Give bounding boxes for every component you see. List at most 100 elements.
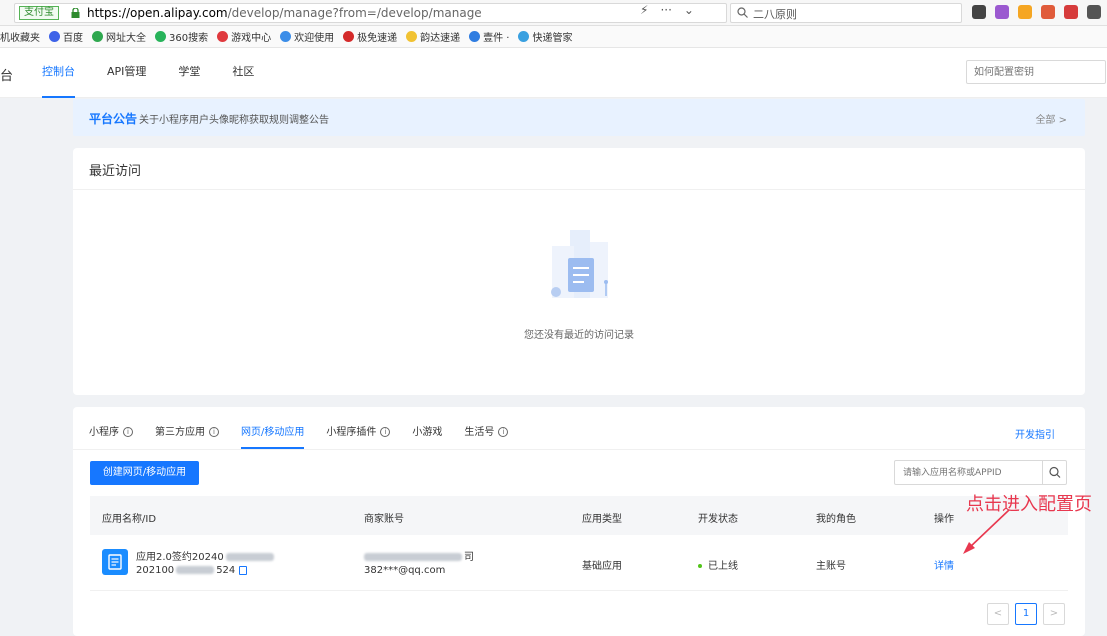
url-bar[interactable]: 支付宝 https://open.alipay.com/develop/mana… [14,3,727,23]
info-icon[interactable]: i [209,427,219,437]
tab-1[interactable]: 第三方应用 i [155,407,219,449]
nav-academy[interactable]: 学堂 [178,48,200,98]
create-app-button[interactable]: 创建网页/移动应用 [90,461,199,485]
extension-icon[interactable] [1018,5,1032,19]
app-name[interactable]: 应用2.0签约20240 [136,548,274,563]
bookmark-item[interactable]: 360搜索 [155,29,208,44]
table-row: 应用2.0签约20240 202100 524 司 382***@qq.com 基… [90,535,1068,591]
recent-title: 最近访问 [89,164,142,179]
bookmark-item[interactable]: 机收藏夹 [0,29,40,44]
tab-2[interactable]: 网页/移动应用 [241,407,305,449]
bookmark-label: 欢迎使用 [294,33,335,44]
tab-label: 网页/移动应用 [241,427,305,438]
nav-api-manage[interactable]: API管理 [107,48,146,98]
extension-tray [972,5,1101,19]
extension-icon[interactable] [1087,5,1101,19]
tab-3[interactable]: 小程序插件 i [326,407,391,449]
bookmark-icon [406,31,418,42]
detail-link[interactable]: 详情 [934,557,954,572]
bookmarks-bar: 机收藏夹 百度 网址大全 360搜索 游戏中心 欢迎使用 极免速递 韵达速递 壹件 · 快递管家 [0,26,1107,48]
next-page-button[interactable]: > [1043,603,1065,625]
bookmark-label: 壹件 · [483,33,510,44]
pagination: < 1 > [987,603,1065,625]
my-role: 主账号 [816,561,846,572]
tab-label: 生活号 [464,427,495,438]
info-icon[interactable]: i [123,427,133,437]
bookmark-icon [155,31,166,42]
bookmark-icon [217,31,229,42]
notice-text[interactable]: 关于小程序用户头像昵称获取规则调整公告 [139,111,329,126]
copy-icon[interactable] [239,565,248,575]
extension-icon[interactable] [1064,5,1078,19]
bookmark-label: 百度 [63,33,83,44]
tab-4[interactable]: 小游戏 [412,407,442,449]
dev-status: 已上线 [698,557,738,572]
info-icon[interactable]: i [498,427,509,437]
status-dot [698,564,702,568]
app-search [894,460,1067,485]
bookmark-icon [280,31,292,42]
extension-icon[interactable] [995,5,1009,19]
divider [73,449,1085,450]
annotation-arrow-icon [963,509,1010,554]
table-header: 应用名称/ID 商家账号 应用类型 开发状态 我的角色 操作 [90,496,1068,535]
nav-console[interactable]: 控制台 [42,48,75,98]
bookmark-item[interactable]: 百度 [49,29,83,44]
empty-illustration-icon [551,230,608,298]
prev-page-button[interactable]: < [987,603,1009,625]
search-icon [737,7,748,18]
nav-community[interactable]: 社区 [232,48,254,98]
dev-guide-link[interactable]: 开发指引 [1015,426,1055,441]
address-tool-1[interactable]: ··· [660,3,671,17]
col-action: 操作 [934,514,954,525]
browser-search-text: 二八原则 [753,8,797,21]
address-tool-2[interactable]: ⌄ [684,3,694,17]
info-icon[interactable]: i [380,427,391,437]
recent-visits-card: 最近访问 您还没有最近的访问记录 [73,148,1085,395]
browser-search-box[interactable]: 二八原则 [730,3,962,23]
app-type-tabs: 小程序 i 第三方应用 i 网页/移动应用 小程序插件 i 小游戏 生活号 i [89,407,530,449]
app-search-button[interactable] [1042,461,1066,484]
tab-5[interactable]: 生活号 i [464,407,509,449]
main-nav: 控制台 API管理 学堂 社区 [42,48,286,98]
divider [73,189,1085,190]
bookmark-item[interactable]: 欢迎使用 [280,29,334,44]
lock-icon [71,8,80,18]
bookmark-item[interactable]: 快递管家 [518,29,572,44]
empty-text: 您还没有最近的访问记录 [524,330,634,341]
bookmark-label: 韵达速递 [420,33,461,44]
notice-more-link[interactable]: 全部 > [1035,111,1067,126]
col-dev-status: 开发状态 [698,514,738,525]
help-search-input[interactable] [966,60,1106,84]
bookmark-item[interactable]: 网址大全 [92,29,146,44]
tab-0[interactable]: 小程序 i [89,407,133,449]
tab-label: 小游戏 [412,427,443,438]
tab-label: 小程序插件 [326,427,377,438]
bookmark-item[interactable]: 壹件 · [469,29,509,44]
tab-label: 小程序 [89,427,119,438]
bookmark-label: 快递管家 [532,33,573,44]
app-search-input[interactable] [895,461,1045,484]
extension-icon[interactable] [972,5,986,19]
col-app-name: 应用名称/ID [102,514,157,525]
app-header: 台 控制台 API管理 学堂 社区 [0,48,1107,98]
browser-address-bar: 支付宝 https://open.alipay.com/develop/mana… [0,0,1107,26]
merchant-email: 382***@qq.com [364,565,446,576]
page-1-button[interactable]: 1 [1015,603,1037,625]
bookmark-label: 机收藏夹 [0,33,40,44]
bookmark-item[interactable]: 韵达速递 [406,29,460,44]
col-my-role: 我的角色 [816,514,856,525]
bookmark-icon [469,31,481,42]
logo-fragment: 台 [0,69,14,84]
col-app-type: 应用类型 [582,514,622,525]
bookmark-icon [343,31,355,42]
bookmark-item[interactable]: 极免速递 [343,29,397,44]
bookmark-icon [49,31,60,42]
extension-icon[interactable] [1041,5,1055,19]
apps-card: 小程序 i 第三方应用 i 网页/移动应用 小程序插件 i 小游戏 生活号 i 开发指引 创建网页… [73,407,1085,636]
app-type: 基础应用 [582,561,622,572]
site-badge: 支付宝 [19,6,59,20]
app-id: 202100 524 [136,565,248,576]
bookmark-item[interactable]: 游戏中心 [217,29,271,44]
address-tool-0[interactable]: ⚡ [640,3,648,17]
